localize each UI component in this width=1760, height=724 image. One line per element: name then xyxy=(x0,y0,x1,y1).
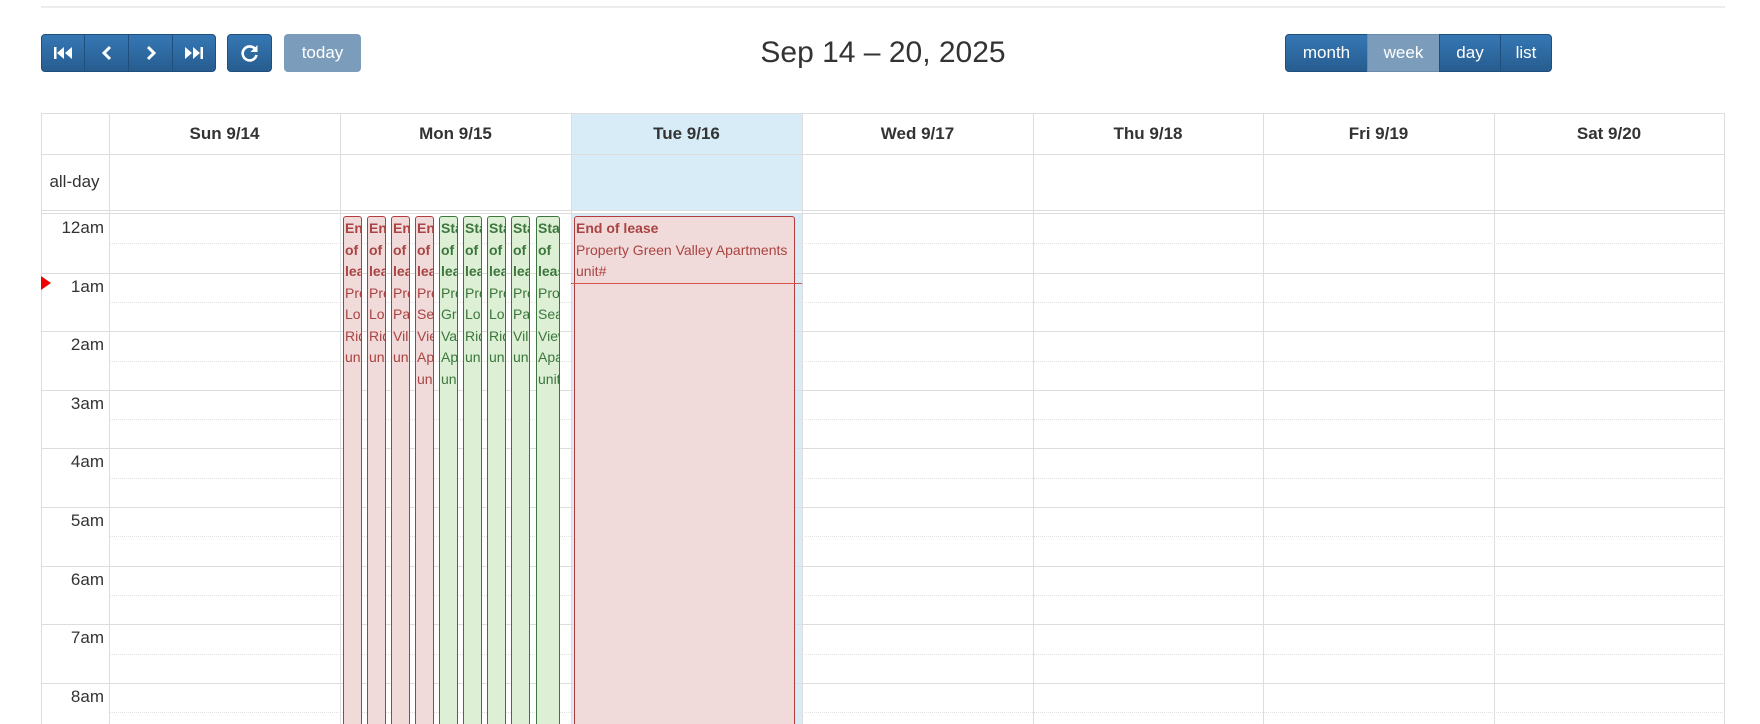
allday-label: all-day xyxy=(49,172,100,191)
event-title: End of lease xyxy=(369,220,385,279)
time-label: 5am xyxy=(70,511,104,530)
time-label: 8am xyxy=(70,686,104,706)
day-header-thu[interactable]: Thu 9/18 xyxy=(1033,113,1263,154)
time-label: 2am xyxy=(70,335,104,355)
start-of-lease-event[interactable]: Start of lease Property Lonely Ridge unit… xyxy=(487,216,506,724)
day-header-wed[interactable]: Wed 9/17 xyxy=(802,113,1033,154)
now-indicator-line xyxy=(571,283,802,284)
event-title: End of lease xyxy=(576,220,659,236)
event-title: Start of lease xyxy=(538,220,560,279)
event-description: Property Palm Villa unit# xyxy=(513,284,530,366)
time-label: 6am xyxy=(70,569,104,589)
last-icon xyxy=(185,47,203,59)
now-indicator-arrow xyxy=(41,276,51,290)
hour-line xyxy=(41,565,1725,567)
grid-line xyxy=(41,213,1725,214)
event-description: Property Lonely Ridge unit# xyxy=(369,284,385,366)
calendar-toolbar: today Sep 14 – 20, 2025 month week day l… xyxy=(41,34,1725,74)
start-of-lease-event[interactable]: Start of lease Property Palm Villa unit# xyxy=(511,216,530,724)
event-description: Property Sea View Apartments unit# xyxy=(417,284,434,387)
first-button[interactable] xyxy=(41,34,85,72)
event-description: Property Green Valley Apartments unit# xyxy=(576,241,788,280)
view-day-button[interactable]: day xyxy=(1439,34,1501,72)
event-description: Property Lonely Ridge unit# xyxy=(345,284,361,366)
event-description: Property Sea View Apartments unit# xyxy=(538,284,560,387)
event-title: End of lease xyxy=(345,220,361,279)
prev-button[interactable] xyxy=(84,34,129,72)
end-of-lease-event[interactable]: End of lease Property Sea View Apartments… xyxy=(415,216,434,724)
end-of-lease-event[interactable]: End of lease Property Palm Villa unit# xyxy=(391,216,410,724)
day-header-fri[interactable]: Fri 9/19 xyxy=(1263,113,1494,154)
event-title: Start of lease xyxy=(489,220,505,279)
last-button[interactable] xyxy=(172,34,216,72)
hour-line xyxy=(41,624,1725,626)
next-icon xyxy=(146,45,156,61)
refresh-icon xyxy=(240,45,258,62)
grid-line xyxy=(41,154,1725,155)
view-month-button[interactable]: month xyxy=(1285,34,1368,72)
start-of-lease-event[interactable]: Start of lease Property Green Valley Apar… xyxy=(439,216,458,724)
event-title: Start of lease xyxy=(513,220,529,279)
hour-line xyxy=(41,448,1725,450)
event-title: Start of lease xyxy=(465,220,481,279)
event-description: Property Green Valley Apartments unit# xyxy=(441,284,458,387)
event-title: End of lease xyxy=(393,220,409,279)
end-of-lease-event[interactable]: End of lease Property Lonely Ridge unit# xyxy=(343,216,362,724)
view-week-button[interactable]: week xyxy=(1367,34,1440,72)
start-of-lease-event[interactable]: Start of lease Property Sea View Apartmen… xyxy=(536,216,560,724)
event-title: End of lease xyxy=(417,220,433,279)
end-of-lease-event[interactable]: End of lease Property Green Valley Apartm… xyxy=(574,216,795,724)
refresh-button[interactable] xyxy=(227,34,272,72)
day-header-tue[interactable]: Tue 9/16 xyxy=(571,113,802,154)
event-description: Property Palm Villa unit# xyxy=(393,284,410,366)
time-label: 4am xyxy=(70,452,104,472)
prev-icon xyxy=(101,45,111,61)
hour-line xyxy=(41,331,1725,333)
next-button[interactable] xyxy=(128,34,173,72)
time-label: 7am xyxy=(70,628,104,648)
first-icon xyxy=(54,47,72,59)
today-button[interactable]: today xyxy=(284,34,361,72)
end-of-lease-event[interactable]: End of lease Property Lonely Ridge unit# xyxy=(367,216,386,724)
top-divider xyxy=(41,6,1725,8)
day-header-sun[interactable]: Sun 9/14 xyxy=(109,113,340,154)
view-list-button[interactable]: list xyxy=(1500,34,1552,72)
grid-line xyxy=(41,210,1725,211)
event-description: Property Lonely Ridge unit# xyxy=(489,284,505,366)
event-title: Start of lease xyxy=(441,220,457,279)
start-of-lease-event[interactable]: Start of lease Property Lonely Ridge unit… xyxy=(463,216,482,724)
week-calendar: Sun 9/14 Mon 9/15 Tue 9/16 Wed 9/17 Thu … xyxy=(41,113,1725,724)
hour-line xyxy=(41,507,1725,508)
event-description: Property Lonely Ridge unit# xyxy=(465,284,481,366)
hour-line xyxy=(41,389,1725,391)
time-label: 3am xyxy=(70,393,104,413)
time-label: 12am xyxy=(61,218,104,237)
day-header-mon[interactable]: Mon 9/15 xyxy=(340,113,571,154)
hour-line xyxy=(41,272,1725,274)
hour-line xyxy=(41,682,1725,684)
day-header-sat[interactable]: Sat 9/20 xyxy=(1494,113,1724,154)
